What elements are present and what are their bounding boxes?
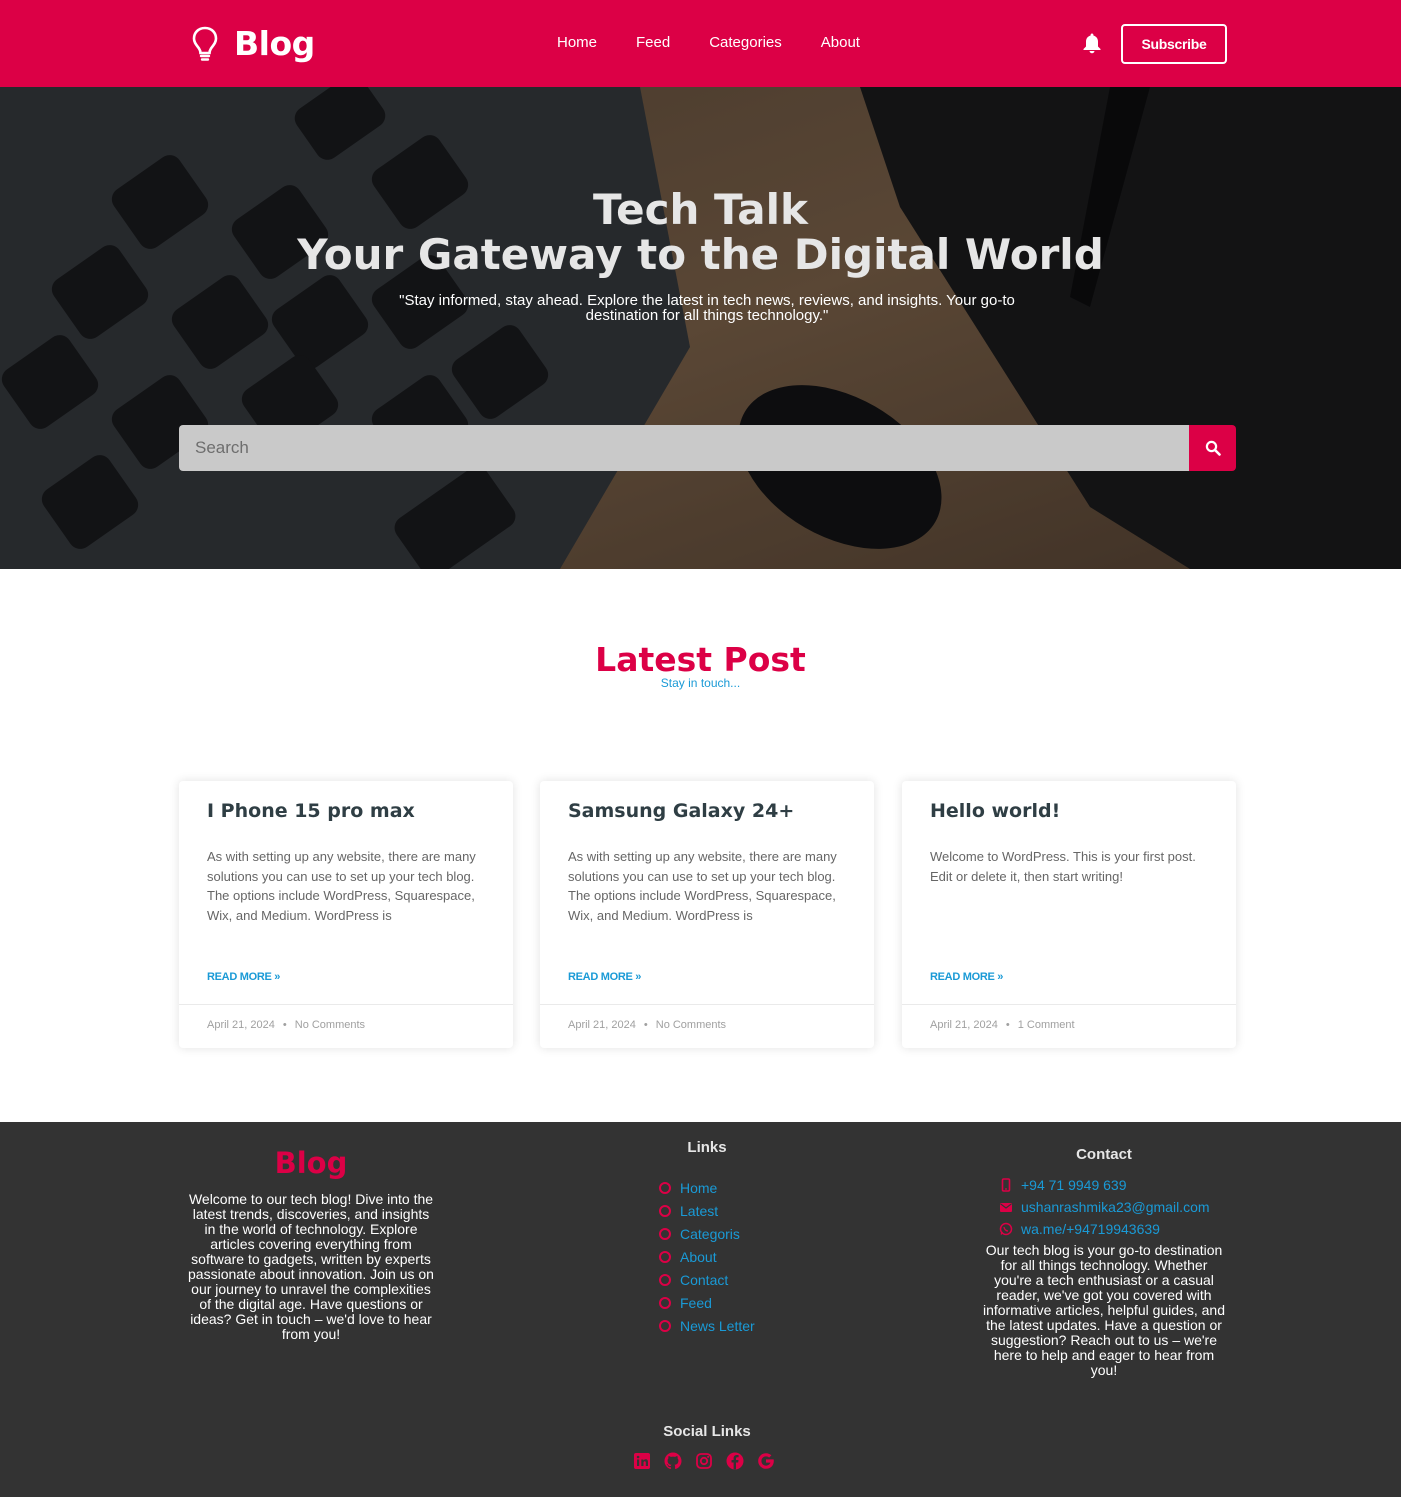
latest-post-heading: Latest Post: [595, 640, 806, 679]
meta-separator: •: [1005, 1019, 1010, 1031]
footer-link-item: Categoris: [659, 1222, 755, 1245]
footer-link-latest[interactable]: Latest: [680, 1203, 718, 1219]
circle-icon: [659, 1273, 671, 1286]
footer-link-item: Latest: [659, 1199, 755, 1222]
lightbulb-icon: [192, 26, 218, 61]
post-card: Hello world! Welcome to WordPress. This …: [902, 781, 1236, 1048]
circle-icon: [659, 1227, 671, 1240]
footer-link-item: Feed: [659, 1291, 755, 1314]
post-excerpt: As with setting up any website, there ar…: [568, 849, 837, 923]
post-meta: April 21, 2024 • No Comments: [207, 1019, 365, 1031]
footer-link-categories[interactable]: Categoris: [680, 1226, 740, 1242]
mobile-phone-icon: [1001, 1178, 1011, 1192]
post-excerpt: As with setting up any website, there ar…: [207, 849, 476, 923]
meta-separator: •: [282, 1019, 287, 1031]
card-divider: [540, 1004, 874, 1005]
post-card: Samsung Galaxy 24+ As with setting up an…: [540, 781, 874, 1048]
post-title[interactable]: Hello world!: [930, 800, 1060, 822]
contact-phone-item: +94 71 9949 639: [999, 1174, 1210, 1196]
read-more-link[interactable]: READ MORE »: [930, 971, 1003, 983]
read-more-link[interactable]: READ MORE »: [568, 971, 641, 983]
footer-link-item: Contact: [659, 1268, 755, 1291]
footer-social-heading: Social Links: [663, 1423, 751, 1440]
github-icon[interactable]: [663, 1451, 683, 1471]
bell-icon[interactable]: [1082, 32, 1102, 54]
contact-email-link[interactable]: ushanrashmika23@gmail.com: [1021, 1199, 1210, 1215]
post-comments: No Comments: [655, 1019, 727, 1031]
nav-feed[interactable]: Feed: [636, 34, 670, 51]
circle-icon: [659, 1181, 671, 1194]
footer-contact-list: +94 71 9949 639 ushanrashmika23@gmail.co…: [999, 1174, 1210, 1240]
circle-icon: [659, 1296, 671, 1309]
contact-whatsapp-item: wa.me/+94719943639: [999, 1218, 1210, 1240]
instagram-icon[interactable]: [694, 1451, 714, 1471]
post-card: I Phone 15 pro max As with setting up an…: [179, 781, 513, 1048]
logo-text: Blog: [234, 24, 315, 63]
footer-link-item: News Letter: [659, 1314, 755, 1337]
contact-email-item: ushanrashmika23@gmail.com: [999, 1196, 1210, 1218]
nav-home[interactable]: Home: [557, 34, 597, 51]
latest-post-subheading: Stay in touch...: [660, 676, 741, 690]
post-meta: April 21, 2024 • No Comments: [568, 1019, 726, 1031]
contact-phone-link[interactable]: +94 71 9949 639: [1021, 1177, 1127, 1193]
hero-banner: Tech Talk Your Gateway to the Digital Wo…: [0, 87, 1401, 569]
site-footer: Blog Welcome to our tech blog! Dive into…: [0, 1122, 1401, 1497]
contact-whatsapp-link[interactable]: wa.me/+94719943639: [1021, 1221, 1160, 1237]
search-input[interactable]: [179, 425, 1189, 471]
post-excerpt: Welcome to WordPress. This is your first…: [930, 849, 1196, 884]
hero-subtitle: "Stay informed, stay ahead. Explore the …: [399, 292, 1015, 324]
circle-icon: [659, 1319, 671, 1332]
read-more-link[interactable]: READ MORE »: [207, 971, 280, 983]
footer-about-text: Welcome to our tech blog! Dive into the …: [188, 1191, 434, 1342]
site-logo[interactable]: Blog: [190, 24, 315, 63]
footer-link-newsletter[interactable]: News Letter: [680, 1318, 755, 1334]
post-title[interactable]: I Phone 15 pro max: [207, 800, 415, 822]
main-nav: Home Feed Categories About: [557, 34, 899, 51]
post-comments: 1 Comment: [1017, 1019, 1075, 1031]
card-divider: [902, 1004, 1236, 1005]
mail-icon: [1000, 1203, 1012, 1212]
footer-link-feed[interactable]: Feed: [680, 1295, 712, 1311]
footer-contact-text: Our tech blog is your go-to destination …: [982, 1242, 1226, 1378]
post-meta: April 21, 2024 • 1 Comment: [930, 1019, 1075, 1031]
nav-categories[interactable]: Categories: [709, 34, 782, 51]
meta-separator: •: [643, 1019, 648, 1031]
search-form: [179, 425, 1236, 471]
nav-about[interactable]: About: [821, 34, 860, 51]
footer-link-contact[interactable]: Contact: [680, 1272, 728, 1288]
circle-icon: [659, 1250, 671, 1263]
whatsapp-icon: [999, 1222, 1013, 1236]
post-date: April 21, 2024: [207, 1019, 275, 1031]
post-date: April 21, 2024: [568, 1019, 636, 1031]
footer-link-item: About: [659, 1245, 755, 1268]
footer-link-home[interactable]: Home: [680, 1180, 717, 1196]
post-comments: No Comments: [294, 1019, 366, 1031]
footer-contact-heading: Contact: [1076, 1146, 1132, 1163]
search-button[interactable]: [1189, 425, 1236, 471]
social-links: [632, 1451, 776, 1471]
linkedin-icon[interactable]: [632, 1451, 652, 1471]
hero-title: Tech Talk: [593, 185, 808, 234]
post-date: April 21, 2024: [930, 1019, 998, 1031]
search-icon: [1205, 440, 1221, 456]
facebook-icon[interactable]: [725, 1451, 745, 1471]
footer-link-about[interactable]: About: [680, 1249, 717, 1265]
footer-links-list: Home Latest Categoris About Contact Feed…: [659, 1176, 755, 1337]
hero-tagline: Your Gateway to the Digital World: [297, 230, 1104, 279]
subscribe-button[interactable]: Subscribe: [1121, 24, 1227, 64]
google-icon[interactable]: [756, 1451, 776, 1471]
footer-link-item: Home: [659, 1176, 755, 1199]
card-divider: [179, 1004, 513, 1005]
site-header: Blog Home Feed Categories About Subscrib…: [0, 0, 1401, 87]
hero-keyboard-image: [0, 87, 1401, 569]
post-title[interactable]: Samsung Galaxy 24+: [568, 800, 794, 822]
circle-icon: [659, 1204, 671, 1217]
